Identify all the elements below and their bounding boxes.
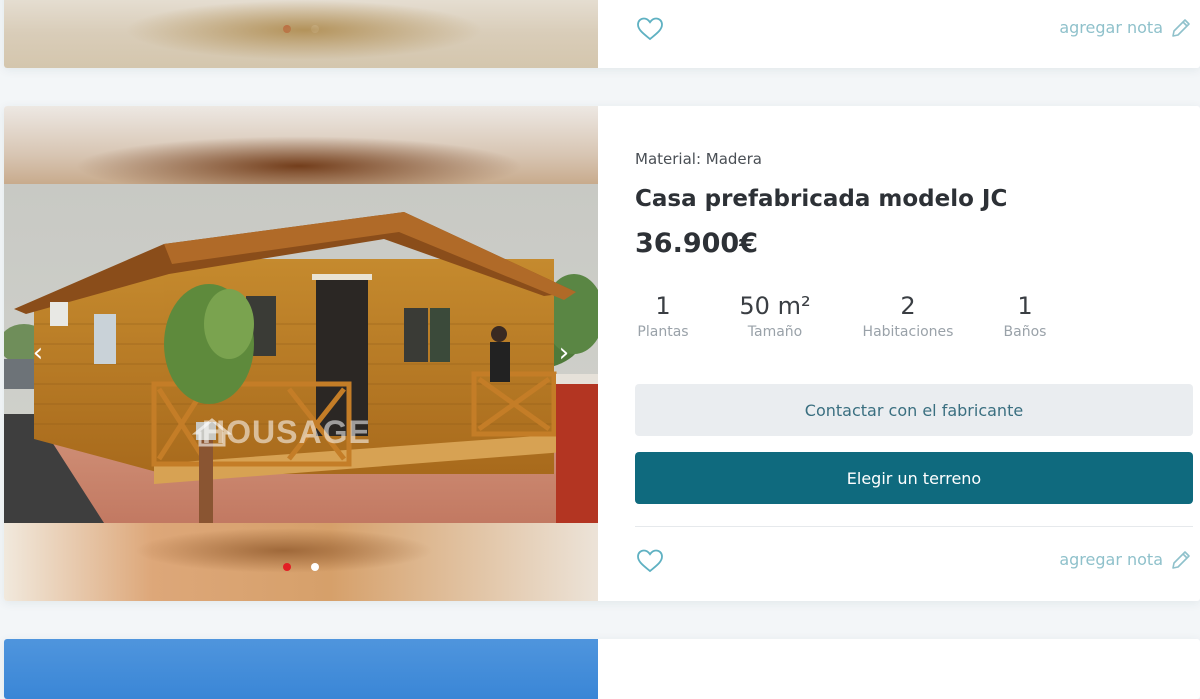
carousel-dot-active[interactable]: [283, 563, 291, 571]
chevron-left-icon[interactable]: ‹: [26, 338, 50, 368]
listing-card: [4, 639, 1200, 699]
listing-price: 36.900€: [635, 228, 758, 259]
watermark-text: HOUSAGE: [202, 414, 371, 450]
heart-icon[interactable]: [635, 546, 665, 576]
carousel-dots: [4, 25, 598, 33]
carousel-dot[interactable]: [311, 25, 319, 33]
material-label: Material: Madera: [635, 150, 763, 168]
feature-list: 1 Plantas 50 m² Tamaño 2 Habitaciones 1 …: [635, 292, 1095, 352]
listing-card: HOUSAGE ‹ › Material: Madera Casa prefab…: [4, 106, 1200, 601]
feature-value: 50 m²: [739, 292, 811, 320]
feature-label: Baños: [1003, 324, 1047, 340]
chevron-right-icon[interactable]: ›: [552, 338, 576, 368]
listing-info: Material: Madera Casa prefabricada model…: [635, 106, 1193, 601]
listing-actions: agregar nota: [635, 14, 1193, 44]
listing-photo[interactable]: [4, 639, 598, 699]
feature-size: 50 m² Tamaño: [731, 292, 819, 340]
listing-gallery[interactable]: HOUSAGE ‹ ›: [4, 106, 598, 601]
carousel-dot-active[interactable]: [283, 25, 291, 33]
choose-land-button[interactable]: Elegir un terreno: [635, 452, 1193, 504]
add-note-link[interactable]: agregar nota: [1059, 550, 1163, 569]
feature-value: 1: [1017, 292, 1033, 320]
photo-blur-backdrop: [4, 523, 598, 601]
feature-bathrooms: 1 Baños: [1000, 292, 1050, 340]
heart-icon[interactable]: [635, 14, 665, 44]
pencil-icon[interactable]: [1169, 16, 1193, 40]
listing-photo[interactable]: [4, 0, 598, 68]
pencil-icon[interactable]: [1169, 548, 1193, 572]
carousel-dot[interactable]: [311, 563, 319, 571]
photo-blur-backdrop: [4, 106, 598, 196]
house-photo-illustration: [4, 184, 598, 523]
divider: [635, 526, 1193, 527]
feature-label: Plantas: [637, 324, 689, 340]
house-photo[interactable]: HOUSAGE: [4, 184, 598, 523]
listing-info: agregar nota: [635, 0, 1193, 68]
listing-card: agregar nota: [4, 0, 1200, 68]
carousel-dots: [4, 563, 598, 571]
feature-bedrooms: 2 Habitaciones: [856, 292, 960, 340]
feature-value: 2: [900, 292, 916, 320]
contact-manufacturer-button[interactable]: Contactar con el fabricante: [635, 384, 1193, 436]
add-note-link[interactable]: agregar nota: [1059, 18, 1163, 37]
feature-value: 1: [655, 292, 671, 320]
listing-actions: agregar nota: [635, 546, 1193, 576]
listing-title[interactable]: Casa prefabricada modelo JC: [635, 186, 1007, 212]
feature-floors: 1 Plantas: [635, 292, 691, 340]
feature-label: Tamaño: [747, 324, 803, 340]
feature-label: Habitaciones: [862, 324, 954, 340]
